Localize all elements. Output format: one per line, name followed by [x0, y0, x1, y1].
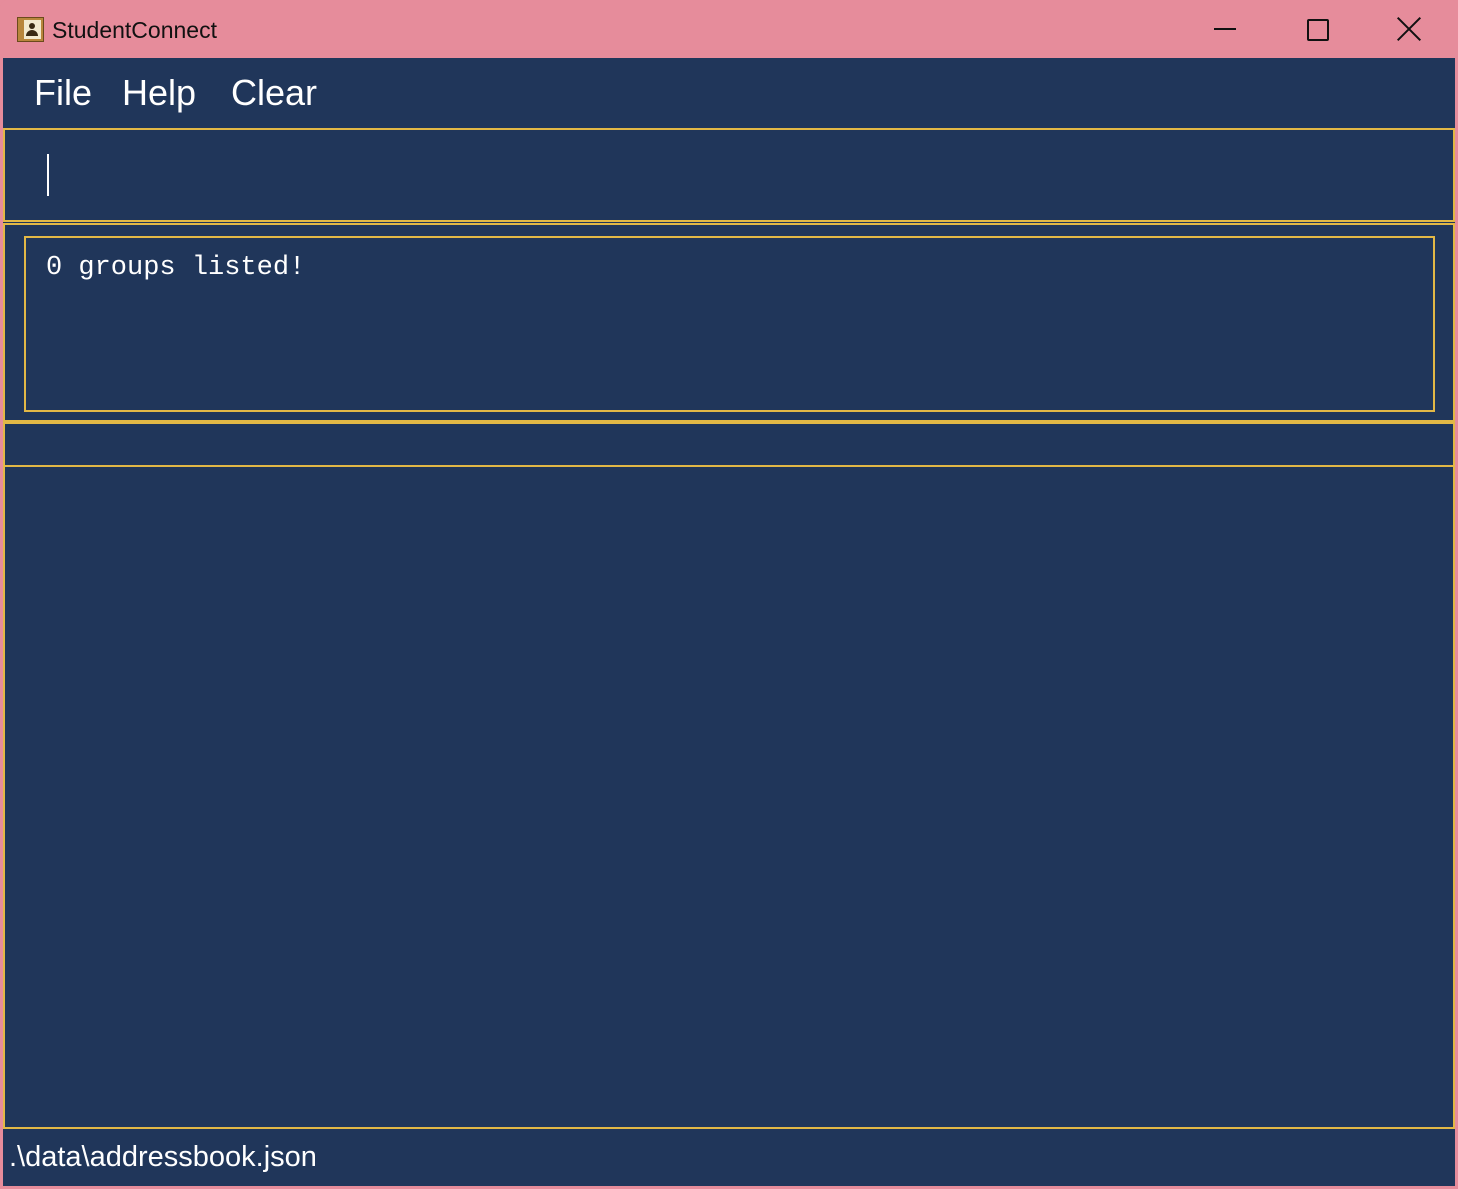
status-bar: .\data\addressbook.json: [3, 1129, 1455, 1186]
result-message: 0 groups listed!: [46, 253, 306, 283]
result-display-panel: 0 groups listed!: [3, 223, 1455, 422]
menu-clear[interactable]: Clear: [231, 72, 317, 114]
save-file-path: .\data\addressbook.json: [9, 1141, 317, 1173]
main-content: File Help Clear 0 groups listed! .\data\…: [3, 58, 1455, 1186]
menu-bar: File Help Clear: [3, 58, 1455, 128]
maximize-button[interactable]: [1271, 0, 1361, 58]
maximize-icon: [1307, 19, 1329, 41]
result-display[interactable]: 0 groups listed!: [24, 236, 1435, 412]
address-book-icon: [17, 17, 44, 42]
menu-file[interactable]: File: [34, 72, 92, 114]
command-input[interactable]: [3, 128, 1455, 222]
title-bar[interactable]: StudentConnect: [0, 0, 1458, 58]
menu-help[interactable]: Help: [122, 72, 196, 114]
list-header-panel: [3, 422, 1455, 467]
app-window: StudentConnect File Help Clear 0 groups …: [0, 0, 1458, 1189]
window-title: StudentConnect: [52, 17, 217, 43]
minimize-icon: [1214, 28, 1236, 30]
close-icon: [1397, 17, 1421, 41]
close-button[interactable]: [1364, 0, 1454, 58]
minimize-button[interactable]: [1180, 0, 1270, 58]
text-caret: [47, 154, 49, 196]
group-list-panel[interactable]: [3, 465, 1455, 1129]
